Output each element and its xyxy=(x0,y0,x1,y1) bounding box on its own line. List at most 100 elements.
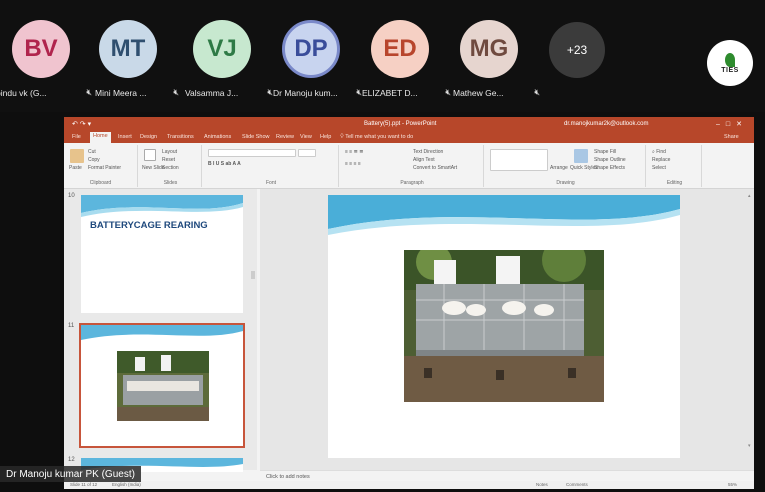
participant-name: Mini Meera ... xyxy=(95,88,147,98)
new-slide-icon[interactable] xyxy=(144,149,156,161)
paste-icon[interactable] xyxy=(70,149,84,163)
find-label: Find xyxy=(656,149,666,155)
slide-thumbnail-10[interactable]: BATTERYCAGE REARING xyxy=(81,195,243,313)
quick-styles-icon[interactable] xyxy=(574,149,588,163)
more-participants-button[interactable]: +23 xyxy=(549,22,605,78)
app-titlebar: ↶ ↷ ▾ Battery(5).ppt - PowerPoint dr.man… xyxy=(64,117,754,131)
copy-button[interactable]: Copy xyxy=(88,157,100,163)
layout-button[interactable]: Layout xyxy=(162,149,177,155)
participant-name: Mathew Ge... xyxy=(453,88,504,98)
participant-tile[interactable]: ED ELIZABET D... 🔇︎ xyxy=(355,20,451,105)
participant-name: ELIZABET D... xyxy=(362,88,418,98)
editor-scrollbar[interactable]: ▴ ▾ xyxy=(748,193,752,463)
slide-info: Slide 11 of 12 xyxy=(70,482,98,487)
slides-group: New Slide Layout Reset Section Slides xyxy=(140,145,202,187)
slide-number: 10 xyxy=(68,193,75,199)
comments-toggle[interactable]: Comments xyxy=(566,482,588,487)
drawing-group: Arrange Quick Styles Shape Fill Shape Ou… xyxy=(486,145,646,187)
logo-text: TIES xyxy=(721,66,739,74)
shape-outline-button[interactable]: Shape Outline xyxy=(594,157,626,163)
participant-strip: BV pindu vk (G... 🔇︎ MT Mini Meera ... 🔇… xyxy=(0,0,765,112)
cut-button[interactable]: Cut xyxy=(88,149,96,155)
tab-transitions[interactable]: Transitions xyxy=(167,134,194,140)
shape-effects-button[interactable]: Shape Effects xyxy=(594,165,625,171)
participant-tile[interactable]: BV pindu vk (G... 🔇︎ xyxy=(0,20,92,105)
shapes-gallery[interactable] xyxy=(490,149,548,171)
reset-button[interactable]: Reset xyxy=(162,157,175,163)
align-icons[interactable]: ≡ ≡ ≡ ≡ xyxy=(345,161,361,167)
avatar: BV xyxy=(12,20,70,78)
group-label: Clipboard xyxy=(89,180,112,186)
share-button[interactable]: Share xyxy=(724,134,739,140)
tab-slideshow[interactable]: Slide Show xyxy=(242,134,270,140)
account-email[interactable]: dr.manojkumar2k@outlook.com xyxy=(564,121,648,127)
tab-design[interactable]: Design xyxy=(140,134,157,140)
tell-me-search[interactable]: 💡︎ Tell me what you want to do xyxy=(340,134,413,141)
wave-decoration xyxy=(81,325,243,340)
editing-group: ⌕ Find Replace Select Editing xyxy=(648,145,702,187)
tell-me-label: Tell me what you want to do xyxy=(345,134,414,140)
meeting-window: BV pindu vk (G... 🔇︎ MT Mini Meera ... 🔇… xyxy=(0,0,765,492)
slide-number: 12 xyxy=(68,457,75,463)
tab-insert[interactable]: Insert xyxy=(118,134,132,140)
current-slide[interactable] xyxy=(328,195,680,458)
document-title: Battery(5).ppt - PowerPoint xyxy=(364,121,437,127)
language[interactable]: English (India) xyxy=(112,482,141,487)
clipboard-group: Paste Cut Copy Format Painter Clipboard xyxy=(64,145,138,187)
format-painter-button[interactable]: Format Painter xyxy=(88,165,121,171)
avatar: DP xyxy=(282,20,340,78)
wave-decoration xyxy=(81,195,243,217)
tab-animations[interactable]: Animations xyxy=(204,134,231,140)
find-button[interactable]: ⌕ Find xyxy=(652,149,666,155)
section-button[interactable]: Section xyxy=(162,165,179,171)
group-label: Editing xyxy=(666,180,683,186)
window-controls[interactable]: –□✕ xyxy=(716,120,748,128)
paragraph-group: ≡ ≡ ≣ ≣ ≡ ≡ ≡ ≡ Text Direction Align Tex… xyxy=(341,145,484,187)
avatar: VJ xyxy=(193,20,251,78)
participant-tile[interactable]: MG Mathew Ge... 🔇︎ xyxy=(444,20,540,105)
replace-button[interactable]: Replace xyxy=(652,157,670,163)
quick-access-icons[interactable]: ↶ ↷ ▾ xyxy=(72,120,91,128)
group-label: Drawing xyxy=(556,180,575,186)
status-bar: Slide 11 of 12 English (India) Notes Com… xyxy=(64,481,754,489)
ribbon: Paste Cut Copy Format Painter Clipboard … xyxy=(64,143,754,189)
battery-cage-photo[interactable] xyxy=(404,250,604,402)
tab-view[interactable]: View xyxy=(300,134,312,140)
zoom-level[interactable]: 55% xyxy=(728,482,737,487)
tab-home[interactable]: Home xyxy=(90,132,111,143)
participant-name: Dr Manoju kum... xyxy=(273,88,338,98)
tab-file[interactable]: File xyxy=(72,134,81,140)
participant-tile[interactable]: MT Mini Meera ... 🔇︎ xyxy=(83,20,179,105)
notes-toggle[interactable]: Notes xyxy=(536,482,548,487)
slide-editor: ▴ ▾ xyxy=(260,189,754,470)
notes-pane[interactable]: Click to add notes xyxy=(260,470,754,481)
shape-fill-button[interactable]: Shape Fill xyxy=(594,149,616,155)
font-group: B I U S ab A A Font xyxy=(204,145,339,187)
shared-screen: ↶ ↷ ▾ Battery(5).ppt - PowerPoint dr.man… xyxy=(64,117,754,489)
smartart-button[interactable]: Convert to SmartArt xyxy=(413,165,457,171)
participant-tile[interactable]: DP Dr Manoju kum... 🔇︎ xyxy=(266,20,362,105)
select-button[interactable]: Select xyxy=(652,165,666,171)
cage-photo xyxy=(404,250,604,402)
cage-photo-thumbnail xyxy=(117,351,209,421)
font-name-select[interactable] xyxy=(208,149,296,157)
slide-number: 11 xyxy=(68,323,75,329)
font-size-select[interactable] xyxy=(298,149,316,157)
align-text-button[interactable]: Align Text xyxy=(413,157,435,163)
text-direction-button[interactable]: Text Direction xyxy=(413,149,443,155)
slide-thumbnail-11[interactable] xyxy=(79,323,245,448)
paste-button[interactable]: Paste xyxy=(69,165,82,171)
tab-help[interactable]: Help xyxy=(320,134,331,140)
group-label: Font xyxy=(265,180,276,186)
participant-tile[interactable]: VJ Valsamma J... 🔇︎ xyxy=(177,20,273,105)
avatar: ED xyxy=(371,20,429,78)
notes-placeholder: Click to add notes xyxy=(266,474,310,480)
font-format-icons[interactable]: B I U S ab A A xyxy=(208,161,241,167)
participant-name: pindu vk (G... xyxy=(0,88,47,98)
tab-review[interactable]: Review xyxy=(276,134,294,140)
participant-name: Valsamma J... xyxy=(185,88,239,98)
list-icons[interactable]: ≡ ≡ ≣ ≣ xyxy=(345,149,363,155)
ribbon-tabs: File Home Insert Design Transitions Anim… xyxy=(64,131,754,143)
pane-scrollbar[interactable] xyxy=(251,271,255,279)
arrange-button[interactable]: Arrange xyxy=(550,165,568,171)
